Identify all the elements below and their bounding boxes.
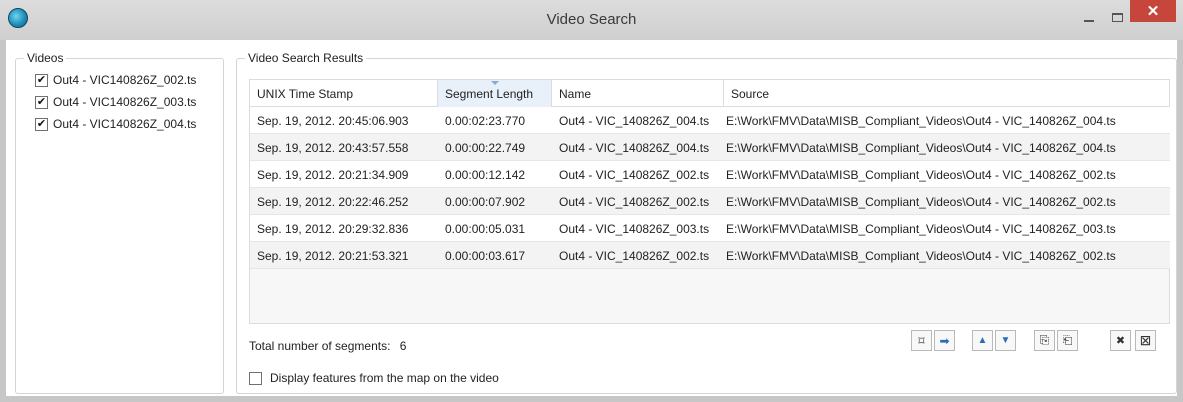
cell-timestamp: Sep. 19, 2012. 20:43:57.558 — [257, 141, 409, 155]
zoom-to-extent-icon: ⌑ — [918, 333, 925, 348]
paste-button[interactable]: ⎗ — [1057, 330, 1078, 351]
delete-button[interactable]: ✖ — [1110, 330, 1131, 351]
move-down-icon: ▼ — [1000, 335, 1011, 346]
cell-segment-length: 0.00:00:12.142 — [445, 168, 526, 182]
cell-source: E:\Work\FMV\Data\MISB_Compliant_Videos\O… — [726, 114, 1116, 128]
cell-segment-length: 0.00:00:07.902 — [445, 195, 526, 209]
results-table: UNIX Time Stamp Segment Length Name Sour… — [249, 79, 1170, 324]
minimize-button[interactable] — [1076, 6, 1102, 28]
video-item[interactable]: ✔ Out4 - VIC140826Z_003.ts — [35, 95, 196, 109]
video-label: Out4 - VIC140826Z_003.ts — [53, 95, 197, 109]
table-row[interactable]: Sep. 19, 2012. 20:22:46.252 0.00:00:07.9… — [250, 188, 1170, 215]
minimize-icon — [1084, 20, 1094, 22]
cell-name: Out4 - VIC_140826Z_004.ts — [559, 141, 710, 155]
clear-all-icon: ⊠ — [1139, 332, 1152, 348]
total-segments-label: Total number of segments: — [249, 339, 391, 353]
cell-timestamp: Sep. 19, 2012. 20:45:06.903 — [257, 114, 409, 128]
column-header-segment-length[interactable]: Segment Length — [438, 80, 552, 107]
column-header-source[interactable]: Source — [724, 80, 1170, 107]
cell-timestamp: Sep. 19, 2012. 20:21:53.321 — [257, 249, 409, 263]
column-header-name[interactable]: Name — [552, 80, 724, 107]
cell-segment-length: 0.00:00:03.617 — [445, 249, 526, 263]
display-features-checkbox[interactable] — [249, 371, 262, 385]
video-item[interactable]: ✔ Out4 - VIC140826Z_002.ts — [35, 73, 196, 87]
cell-timestamp: Sep. 19, 2012. 20:21:34.909 — [257, 168, 409, 182]
cell-name: Out4 - VIC_140826Z_002.ts — [559, 249, 710, 263]
cell-timestamp: Sep. 19, 2012. 20:29:32.836 — [257, 222, 409, 236]
sort-descending-icon — [490, 81, 499, 85]
cell-segment-length: 0.00:00:05.031 — [445, 222, 526, 236]
video-label: Out4 - VIC140826Z_002.ts — [53, 73, 197, 87]
cell-source: E:\Work\FMV\Data\MISB_Compliant_Videos\O… — [726, 141, 1116, 155]
column-header-label: Segment Length — [445, 87, 534, 101]
cell-source: E:\Work\FMV\Data\MISB_Compliant_Videos\O… — [726, 222, 1116, 236]
close-button[interactable]: ✕ — [1130, 0, 1176, 22]
move-up-button[interactable]: ▲ — [972, 330, 993, 351]
table-row[interactable]: Sep. 19, 2012. 20:43:57.558 0.00:00:22.7… — [250, 134, 1170, 161]
table-row[interactable]: Sep. 19, 2012. 20:45:06.903 0.00:02:23.7… — [250, 107, 1170, 134]
copy-button[interactable]: ⎘ — [1034, 330, 1055, 351]
delete-icon: ✖ — [1115, 335, 1126, 347]
table-header: UNIX Time Stamp Segment Length Name Sour… — [250, 80, 1170, 107]
total-segments: Total number of segments: 6 — [249, 339, 406, 353]
maximize-icon — [1111, 12, 1123, 22]
clear-all-button[interactable]: ⊠ — [1135, 330, 1156, 351]
cell-timestamp: Sep. 19, 2012. 20:22:46.252 — [257, 195, 409, 209]
display-features-option[interactable]: Display features from the map on the vid… — [249, 371, 499, 385]
video-checkbox[interactable]: ✔ — [35, 73, 48, 87]
cell-name: Out4 - VIC_140826Z_003.ts — [559, 222, 710, 236]
cell-source: E:\Work\FMV\Data\MISB_Compliant_Videos\O… — [726, 249, 1116, 263]
videos-group-label: Videos — [24, 51, 67, 65]
export-button[interactable]: ➡ — [934, 330, 955, 351]
table-row[interactable]: Sep. 19, 2012. 20:21:53.321 0.00:00:03.6… — [250, 242, 1170, 269]
cell-name: Out4 - VIC_140826Z_004.ts — [559, 114, 710, 128]
total-segments-count: 6 — [399, 339, 407, 353]
zoom-to-extent-button[interactable]: ⌑ — [911, 330, 932, 351]
cell-segment-length: 0.00:00:22.749 — [445, 141, 526, 155]
cell-source: E:\Work\FMV\Data\MISB_Compliant_Videos\O… — [726, 195, 1116, 209]
cell-source: E:\Work\FMV\Data\MISB_Compliant_Videos\O… — [726, 168, 1116, 182]
video-checkbox[interactable]: ✔ — [35, 117, 48, 131]
move-up-icon: ▲ — [977, 335, 988, 346]
display-features-label: Display features from the map on the vid… — [270, 371, 499, 385]
cell-segment-length: 0.00:02:23.770 — [445, 114, 526, 128]
cell-name: Out4 - VIC_140826Z_002.ts — [559, 168, 710, 182]
results-group-label: Video Search Results — [245, 51, 367, 65]
copy-icon: ⎘ — [1039, 333, 1050, 347]
table-row[interactable]: Sep. 19, 2012. 20:21:34.909 0.00:00:12.1… — [250, 161, 1170, 188]
maximize-button[interactable] — [1104, 6, 1130, 28]
export-icon: ➡ — [939, 333, 950, 348]
window-title: Video Search — [546, 11, 637, 28]
move-down-button[interactable]: ▼ — [995, 330, 1016, 351]
video-checkbox[interactable]: ✔ — [35, 95, 48, 109]
close-icon: ✕ — [1146, 3, 1160, 20]
title-bar[interactable]: Video Search ✕ — [0, 0, 1183, 40]
column-header-timestamp[interactable]: UNIX Time Stamp — [250, 80, 438, 107]
video-label: Out4 - VIC140826Z_004.ts — [53, 117, 197, 131]
cell-name: Out4 - VIC_140826Z_002.ts — [559, 195, 710, 209]
paste-icon: ⎗ — [1062, 333, 1073, 347]
table-row[interactable]: Sep. 19, 2012. 20:29:32.836 0.00:00:05.0… — [250, 215, 1170, 242]
video-item[interactable]: ✔ Out4 - VIC140826Z_004.ts — [35, 117, 196, 131]
